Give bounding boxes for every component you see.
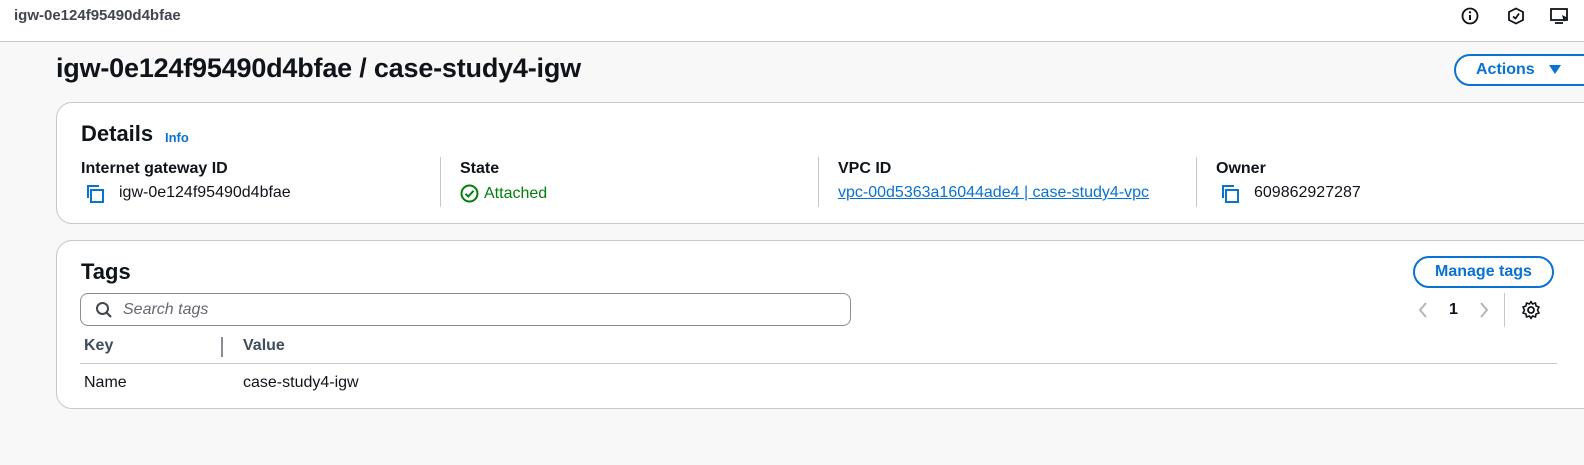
state-text: Attached: [484, 184, 548, 202]
owner-value: 609862927287: [1254, 184, 1361, 201]
shield-icon[interactable]: [1506, 6, 1526, 26]
tags-heading: Tags: [81, 259, 131, 284]
page-number[interactable]: 1: [1449, 301, 1458, 319]
igw-id-label: Internet gateway ID: [81, 160, 228, 177]
row-divider: [80, 363, 1557, 364]
tag-key-cell: Name: [84, 374, 127, 391]
manage-tags-button[interactable]: Manage tags: [1413, 256, 1554, 288]
tag-value-cell: case-study4-igw: [243, 374, 359, 391]
state-label: State: [460, 160, 500, 177]
chevron-right-icon[interactable]: [1478, 301, 1490, 319]
column-header-value[interactable]: Value: [243, 337, 285, 355]
tags-card: Tags Manage tags 1 Key Value Name case-s…: [56, 240, 1584, 409]
copy-icon[interactable]: [1219, 183, 1241, 205]
topbar-title: igw-0e124f95490d4bfae: [14, 7, 181, 24]
monitor-icon[interactable]: [1550, 6, 1570, 26]
vpc-id-link[interactable]: vpc-00d5363a16044ade4 | case-study4-vpc: [838, 184, 1149, 202]
state-value: Attached: [460, 184, 547, 203]
details-heading: Details: [81, 121, 154, 146]
actions-label: Actions: [1476, 61, 1535, 78]
info-circle-icon[interactable]: [1460, 6, 1480, 26]
search-tags-field: [80, 293, 851, 326]
chevron-left-icon[interactable]: [1417, 301, 1429, 319]
details-info-link[interactable]: Info: [165, 130, 189, 145]
check-circle-icon: [460, 184, 479, 203]
igw-id-value: igw-0e124f95490d4bfae: [119, 184, 291, 201]
owner-label: Owner: [1216, 160, 1266, 177]
details-card: Details Info Internet gateway ID igw-0e1…: [56, 102, 1584, 224]
column-resizer[interactable]: [221, 337, 223, 357]
search-icon: [96, 301, 112, 318]
column-divider: [1196, 157, 1197, 207]
column-header-key[interactable]: Key: [84, 337, 113, 355]
pager-divider: [1503, 293, 1505, 327]
caret-down-icon: [1548, 65, 1561, 74]
column-divider: [818, 157, 819, 207]
search-tags-input[interactable]: [123, 300, 823, 319]
actions-button[interactable]: Actions: [1454, 54, 1584, 86]
top-bar: igw-0e124f95490d4bfae: [0, 0, 1584, 42]
gear-icon[interactable]: [1521, 300, 1541, 320]
pagination: 1: [1417, 293, 1541, 327]
column-divider: [440, 157, 441, 207]
copy-icon[interactable]: [84, 183, 106, 205]
vpc-id-label: VPC ID: [838, 160, 892, 177]
page-title: igw-0e124f95490d4bfae / case-study4-igw: [56, 53, 581, 83]
